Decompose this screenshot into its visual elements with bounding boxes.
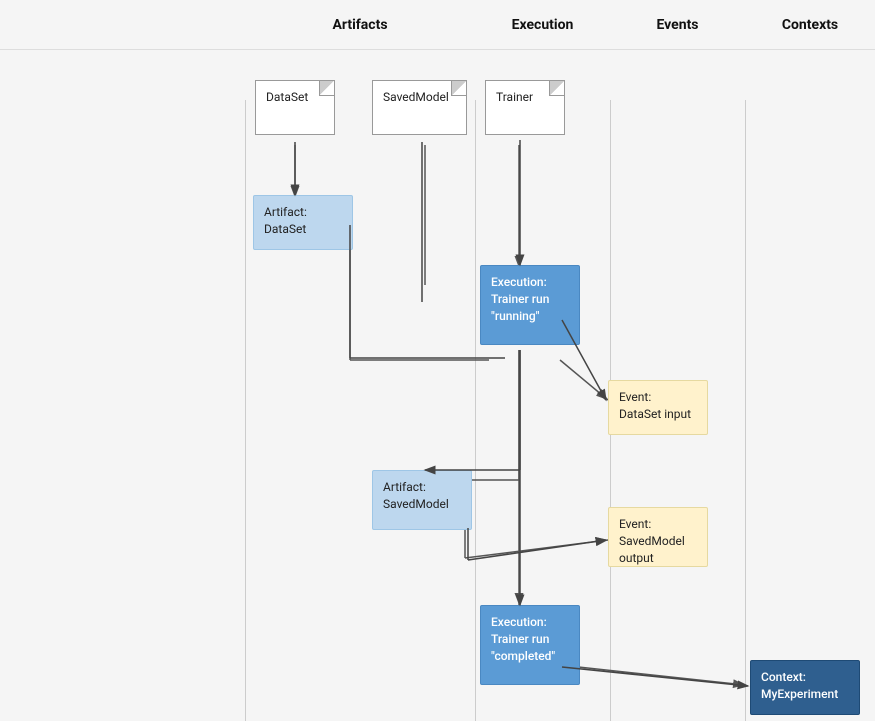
artifact-savedmodel-node: Artifact: SavedModel (372, 470, 472, 530)
col-header-artifacts-main: Artifacts (245, 17, 475, 33)
execution-running-node: Execution: Trainer run "running" (480, 265, 580, 345)
artifact-dataset-node: Artifact: DataSet (253, 195, 353, 250)
column-headers: Artifacts Execution Events Contexts (0, 0, 875, 50)
savedmodel-type-node: SavedModel (372, 80, 467, 135)
context-myexperiment-node: Context: MyExperiment (750, 660, 860, 715)
col-header-execution: Execution (475, 17, 610, 33)
arrows-svg-2 (0, 50, 875, 721)
col-header-contexts: Contexts (745, 17, 875, 33)
content-area: DataSet SavedModel Artifact: DataSet Tra… (0, 50, 875, 721)
event-savedmodel-output-node: Event: SavedModel output (608, 507, 708, 567)
col-sep-1 (245, 100, 246, 721)
arrows-svg (0, 50, 875, 721)
execution-completed-node: Execution: Trainer run "completed" (480, 605, 580, 685)
col-sep-4 (745, 100, 746, 721)
trainer-type-node: Trainer (485, 80, 565, 135)
diagram-container: Artifacts Execution Events Contexts (0, 0, 875, 721)
col-header-events: Events (610, 17, 745, 33)
dataset-type-node: DataSet (255, 80, 335, 135)
col-sep-2 (475, 100, 476, 721)
event-dataset-input-node: Event: DataSet input (608, 380, 708, 435)
